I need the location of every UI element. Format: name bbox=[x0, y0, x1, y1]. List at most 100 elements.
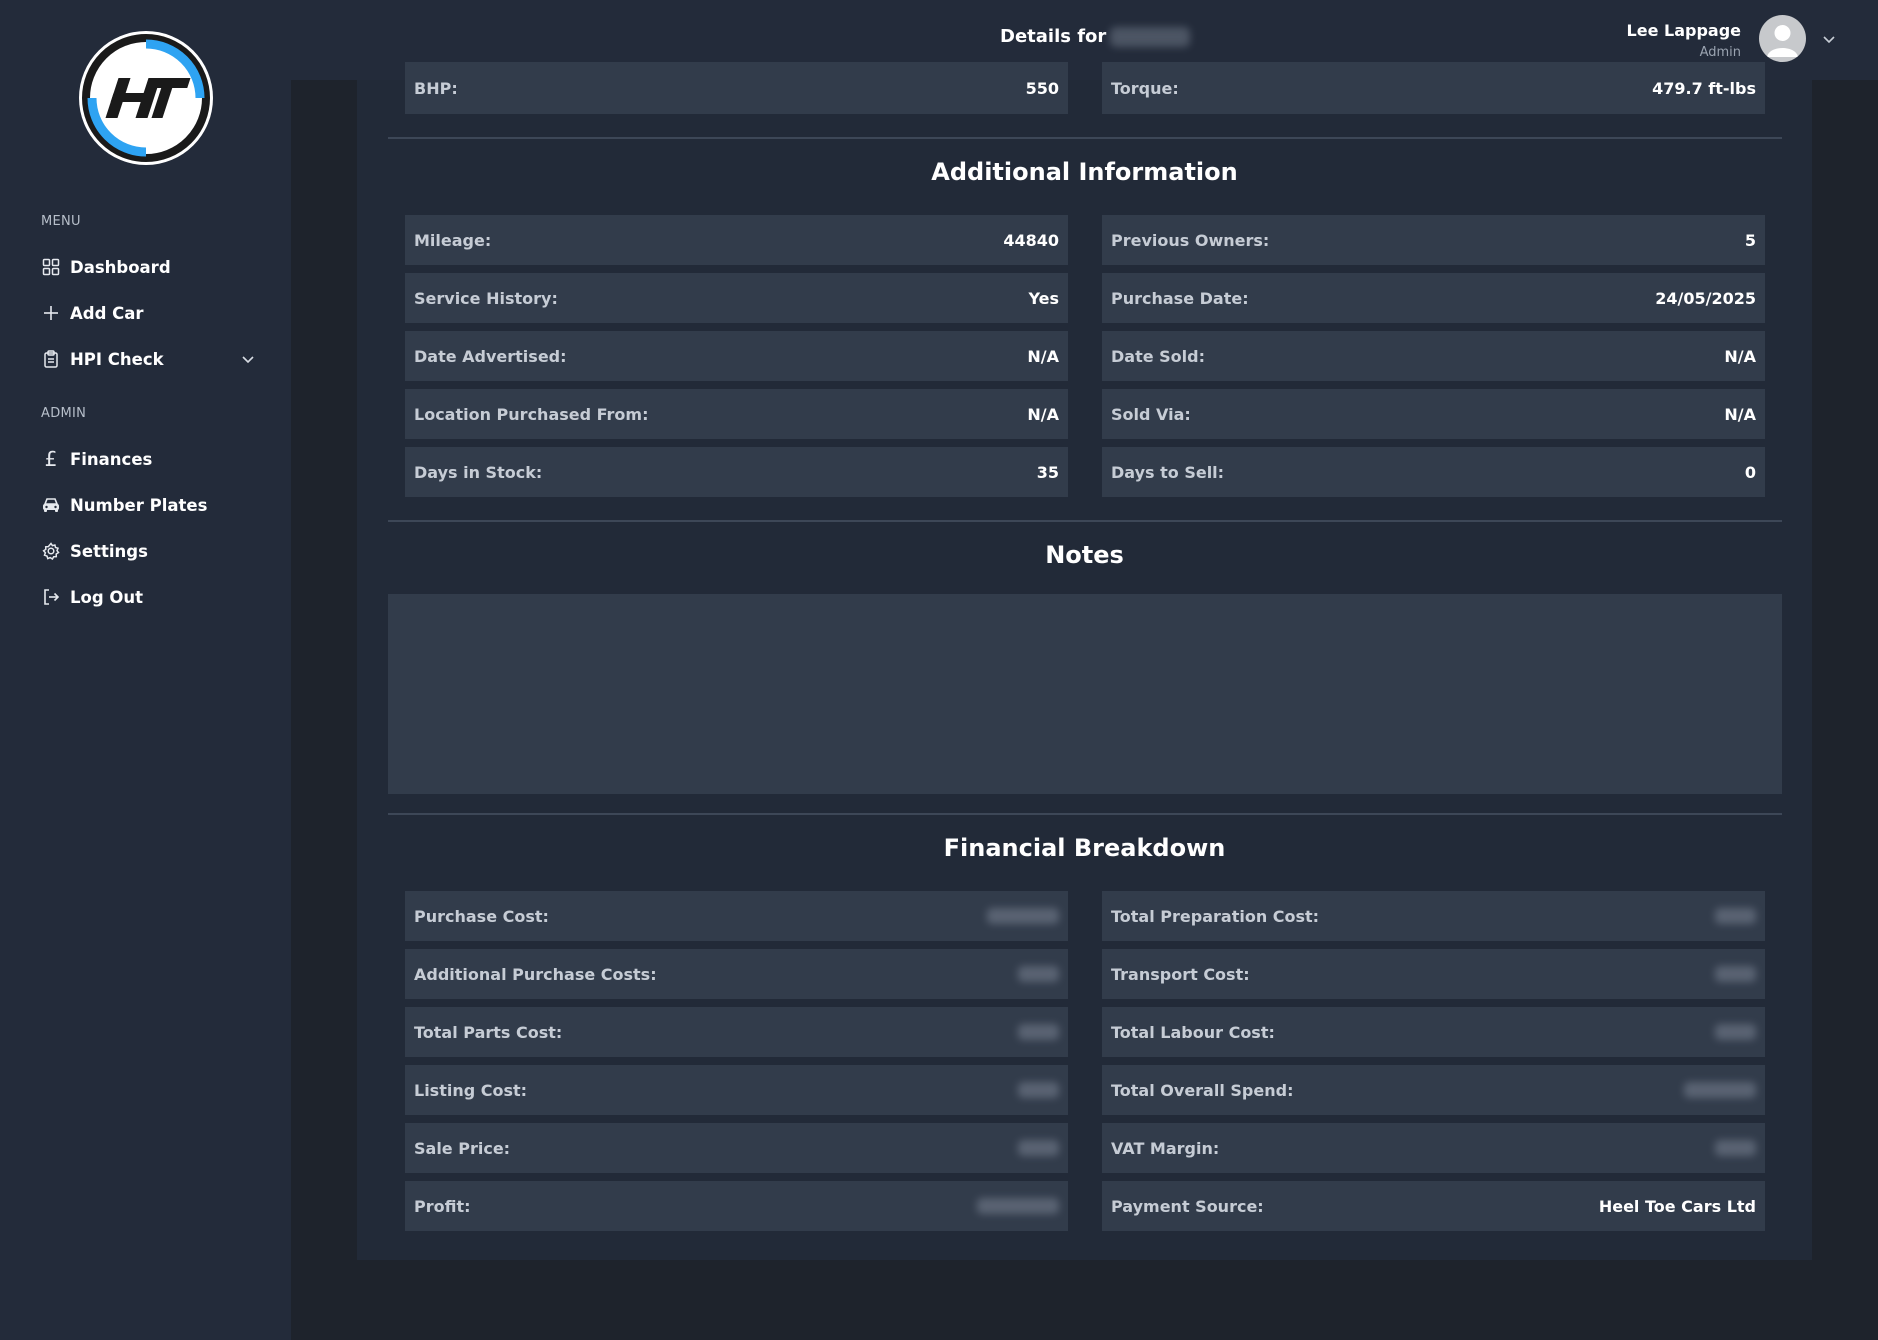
section-title-additional-information: Additional Information bbox=[931, 158, 1238, 186]
sidebar-item-label: HPI Check bbox=[70, 349, 164, 369]
detail-label: Additional Purchase Costs: bbox=[414, 964, 657, 984]
financial-row: Purchase Cost: ••••••• bbox=[405, 891, 1068, 941]
detail-label: Torque: bbox=[1111, 78, 1179, 98]
section-divider bbox=[388, 813, 1782, 815]
detail-label: Purchase Date: bbox=[1111, 288, 1249, 308]
chevron-down-icon[interactable] bbox=[1821, 31, 1837, 47]
financial-row: Sale Price: •••• bbox=[405, 1123, 1068, 1173]
detail-label: VAT Margin: bbox=[1111, 1138, 1220, 1158]
detail-label: Total Parts Cost: bbox=[414, 1022, 563, 1042]
detail-row: Purchase Date: 24/05/2025 bbox=[1102, 273, 1765, 323]
sidebar-item-finances[interactable]: £ Finances bbox=[41, 444, 256, 474]
detail-row: Service History: Yes bbox=[405, 273, 1068, 323]
financial-row: Total Overall Spend: ••••••• bbox=[1102, 1065, 1765, 1115]
car-icon bbox=[41, 495, 61, 515]
detail-value: N/A bbox=[1724, 404, 1756, 424]
detail-label: Sale Price: bbox=[414, 1138, 511, 1158]
sidebar-item-label: Dashboard bbox=[70, 257, 171, 277]
detail-row: Previous Owners: 5 bbox=[1102, 215, 1765, 265]
avatar[interactable] bbox=[1759, 15, 1806, 62]
financial-row: VAT Margin: •••• bbox=[1102, 1123, 1765, 1173]
detail-value: •••• bbox=[1715, 966, 1756, 982]
detail-value: Yes bbox=[1028, 288, 1060, 308]
page-title-prefix: Details for bbox=[1000, 26, 1107, 47]
detail-row: Mileage: 44840 bbox=[405, 215, 1068, 265]
detail-value: 479.7 ft-lbs bbox=[1652, 78, 1756, 98]
sidebar-item-dashboard[interactable]: Dashboard bbox=[41, 252, 256, 282]
sidebar: MENU Dashboard Add Car HPI Check ADMIN £… bbox=[0, 0, 291, 1340]
financial-row: Transport Cost: •••• bbox=[1102, 949, 1765, 999]
detail-value: 24/05/2025 bbox=[1655, 288, 1756, 308]
detail-label: Total Overall Spend: bbox=[1111, 1080, 1294, 1100]
detail-value: •••••••• bbox=[977, 1198, 1059, 1214]
brand-logo[interactable] bbox=[77, 29, 215, 167]
detail-value: 0 bbox=[1744, 462, 1756, 482]
detail-value: •••• bbox=[1018, 966, 1059, 982]
menu-heading: MENU bbox=[41, 214, 81, 229]
detail-label: Sold Via: bbox=[1111, 404, 1191, 424]
detail-label: Location Purchased From: bbox=[414, 404, 649, 424]
financial-row: Listing Cost: •••• bbox=[405, 1065, 1068, 1115]
grid-icon bbox=[41, 257, 61, 277]
notes-field[interactable] bbox=[388, 594, 1782, 794]
page-title: Details for ••••••• bbox=[1000, 26, 1191, 47]
detail-row: Days to Sell: 0 bbox=[1102, 447, 1765, 497]
chevron-down-icon[interactable] bbox=[240, 351, 256, 367]
detail-row-torque: Torque: 479.7 ft-lbs bbox=[1102, 62, 1765, 114]
vehicle-details-card: BHP: 550 Torque: 479.7 ft-lbs Additional… bbox=[357, 62, 1812, 1260]
detail-label: Date Sold: bbox=[1111, 346, 1205, 366]
clipboard-icon bbox=[41, 349, 61, 369]
financial-row: Additional Purchase Costs: •••• bbox=[405, 949, 1068, 999]
sidebar-item-log-out[interactable]: Log Out bbox=[41, 582, 256, 612]
pound-icon: £ bbox=[44, 447, 58, 471]
user-name[interactable]: Lee Lappage bbox=[1627, 21, 1741, 40]
detail-row: Location Purchased From: N/A bbox=[405, 389, 1068, 439]
detail-label: Days in Stock: bbox=[414, 462, 543, 482]
financial-row: Total Preparation Cost: •••• bbox=[1102, 891, 1765, 941]
sidebar-item-settings[interactable]: Settings bbox=[41, 536, 256, 566]
sidebar-item-label: Add Car bbox=[70, 303, 144, 323]
section-title-financial-breakdown: Financial Breakdown bbox=[943, 834, 1226, 862]
detail-label: Total Labour Cost: bbox=[1111, 1022, 1275, 1042]
detail-value: 5 bbox=[1744, 230, 1756, 250]
sidebar-item-label: Log Out bbox=[70, 587, 144, 607]
logout-icon bbox=[41, 587, 61, 607]
sidebar-item-label: Number Plates bbox=[70, 495, 208, 515]
detail-label: Mileage: bbox=[414, 230, 492, 250]
detail-value: •••• bbox=[1018, 1024, 1059, 1040]
user-role: Admin bbox=[1699, 45, 1741, 60]
detail-label: Purchase Cost: bbox=[414, 906, 549, 926]
detail-row: Sold Via: N/A bbox=[1102, 389, 1765, 439]
section-title-notes: Notes bbox=[1045, 541, 1124, 569]
detail-value: Heel Toe Cars Ltd bbox=[1598, 1196, 1756, 1216]
detail-value: N/A bbox=[1027, 404, 1059, 424]
financial-row: Total Parts Cost: •••• bbox=[405, 1007, 1068, 1057]
detail-label: Date Advertised: bbox=[414, 346, 567, 366]
detail-label: Total Preparation Cost: bbox=[1111, 906, 1320, 926]
financial-row: Payment Source: Heel Toe Cars Ltd bbox=[1102, 1181, 1765, 1231]
plus-icon bbox=[41, 303, 61, 323]
detail-label: Service History: bbox=[414, 288, 558, 308]
financial-row: Total Labour Cost: •••• bbox=[1102, 1007, 1765, 1057]
detail-value: •••• bbox=[1715, 1140, 1756, 1156]
admin-heading: ADMIN bbox=[41, 406, 87, 421]
detail-label: Payment Source: bbox=[1111, 1196, 1264, 1216]
detail-label: Previous Owners: bbox=[1111, 230, 1270, 250]
financial-row: Profit: •••••••• bbox=[405, 1181, 1068, 1231]
page-title-subject: ••••••• bbox=[1110, 26, 1191, 47]
detail-value: ••••••• bbox=[987, 908, 1059, 924]
detail-label: Profit: bbox=[414, 1196, 471, 1216]
section-divider bbox=[388, 137, 1782, 139]
sidebar-item-add-car[interactable]: Add Car bbox=[41, 298, 256, 328]
gear-icon bbox=[41, 541, 61, 561]
sidebar-item-hpi-check[interactable]: HPI Check bbox=[41, 344, 256, 374]
sidebar-item-number-plates[interactable]: Number Plates bbox=[41, 490, 256, 520]
detail-value: •••• bbox=[1715, 908, 1756, 924]
detail-label: Transport Cost: bbox=[1111, 964, 1250, 984]
detail-value: 550 bbox=[1025, 78, 1059, 98]
detail-value: •••• bbox=[1018, 1140, 1059, 1156]
detail-value: N/A bbox=[1027, 346, 1059, 366]
detail-value: 35 bbox=[1036, 462, 1059, 482]
detail-value: •••• bbox=[1018, 1082, 1059, 1098]
detail-row: Date Sold: N/A bbox=[1102, 331, 1765, 381]
